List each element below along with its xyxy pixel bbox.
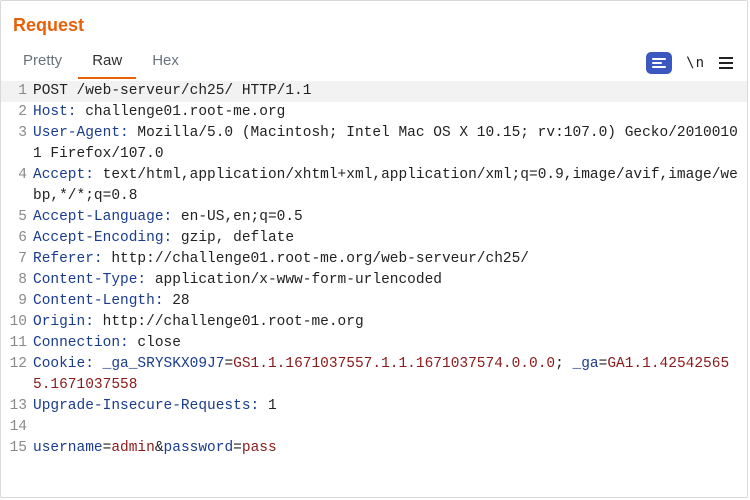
toolbar-right: \n [646,52,739,74]
code-line: 9Content-Length: 28 [1,291,747,312]
line-number: 6 [1,228,33,249]
request-panel: Request Pretty Raw Hex \n 1POST /web-ser… [0,0,748,498]
tabbar: Pretty Raw Hex \n [1,46,747,79]
code-line: 5Accept-Language: en-US,en;q=0.5 [1,207,747,228]
code-line: 14 [1,417,747,438]
code-line: 8Content-Type: application/x-www-form-ur… [1,270,747,291]
tab-raw[interactable]: Raw [78,46,136,79]
code-line: 11Connection: close [1,333,747,354]
line-content: Accept: text/html,application/xhtml+xml,… [33,165,747,207]
code-line: 2Host: challenge01.root-me.org [1,102,747,123]
line-number: 3 [1,123,33,165]
line-number: 8 [1,270,33,291]
code-line: 12Cookie: _ga_SRYSKX09J7=GS1.1.167103755… [1,354,747,396]
line-number: 1 [1,81,33,102]
line-number: 4 [1,165,33,207]
line-number: 14 [1,417,33,438]
line-number: 10 [1,312,33,333]
code-line: 3User-Agent: Mozilla/5.0 (Macintosh; Int… [1,123,747,165]
code-line: 1POST /web-serveur/ch25/ HTTP/1.1 [1,81,747,102]
line-number: 2 [1,102,33,123]
code-line: 4Accept: text/html,application/xhtml+xml… [1,165,747,207]
line-number: 12 [1,354,33,396]
format-icon[interactable] [646,52,672,74]
line-content: Upgrade-Insecure-Requests: 1 [33,396,747,417]
line-content: Content-Type: application/x-www-form-url… [33,270,747,291]
tab-hex[interactable]: Hex [138,46,193,79]
line-content: Accept-Language: en-US,en;q=0.5 [33,207,747,228]
line-number: 15 [1,438,33,459]
line-content [33,417,747,438]
line-number: 9 [1,291,33,312]
line-content: Host: challenge01.root-me.org [33,102,747,123]
newline-icon[interactable]: \n [686,55,705,71]
line-number: 13 [1,396,33,417]
line-content: username=admin&password=pass [33,438,747,459]
line-number: 11 [1,333,33,354]
request-body[interactable]: 1POST /web-serveur/ch25/ HTTP/1.12Host: … [1,79,747,497]
line-content: Cookie: _ga_SRYSKX09J7=GS1.1.1671037557.… [33,354,747,396]
code-line: 6Accept-Encoding: gzip, deflate [1,228,747,249]
code-line: 7Referer: http://challenge01.root-me.org… [1,249,747,270]
line-content: Referer: http://challenge01.root-me.org/… [33,249,747,270]
line-content: Accept-Encoding: gzip, deflate [33,228,747,249]
line-number: 7 [1,249,33,270]
code-line: 10Origin: http://challenge01.root-me.org [1,312,747,333]
line-content: Content-Length: 28 [33,291,747,312]
line-number: 5 [1,207,33,228]
panel-title: Request [1,1,747,46]
hamburger-icon[interactable] [719,57,733,69]
code-line: 13Upgrade-Insecure-Requests: 1 [1,396,747,417]
line-content: Origin: http://challenge01.root-me.org [33,312,747,333]
line-content: POST /web-serveur/ch25/ HTTP/1.1 [33,81,747,102]
tabs: Pretty Raw Hex [9,46,193,79]
line-content: User-Agent: Mozilla/5.0 (Macintosh; Inte… [33,123,747,165]
line-content: Connection: close [33,333,747,354]
code-line: 15username=admin&password=pass [1,438,747,459]
tab-pretty[interactable]: Pretty [9,46,76,79]
